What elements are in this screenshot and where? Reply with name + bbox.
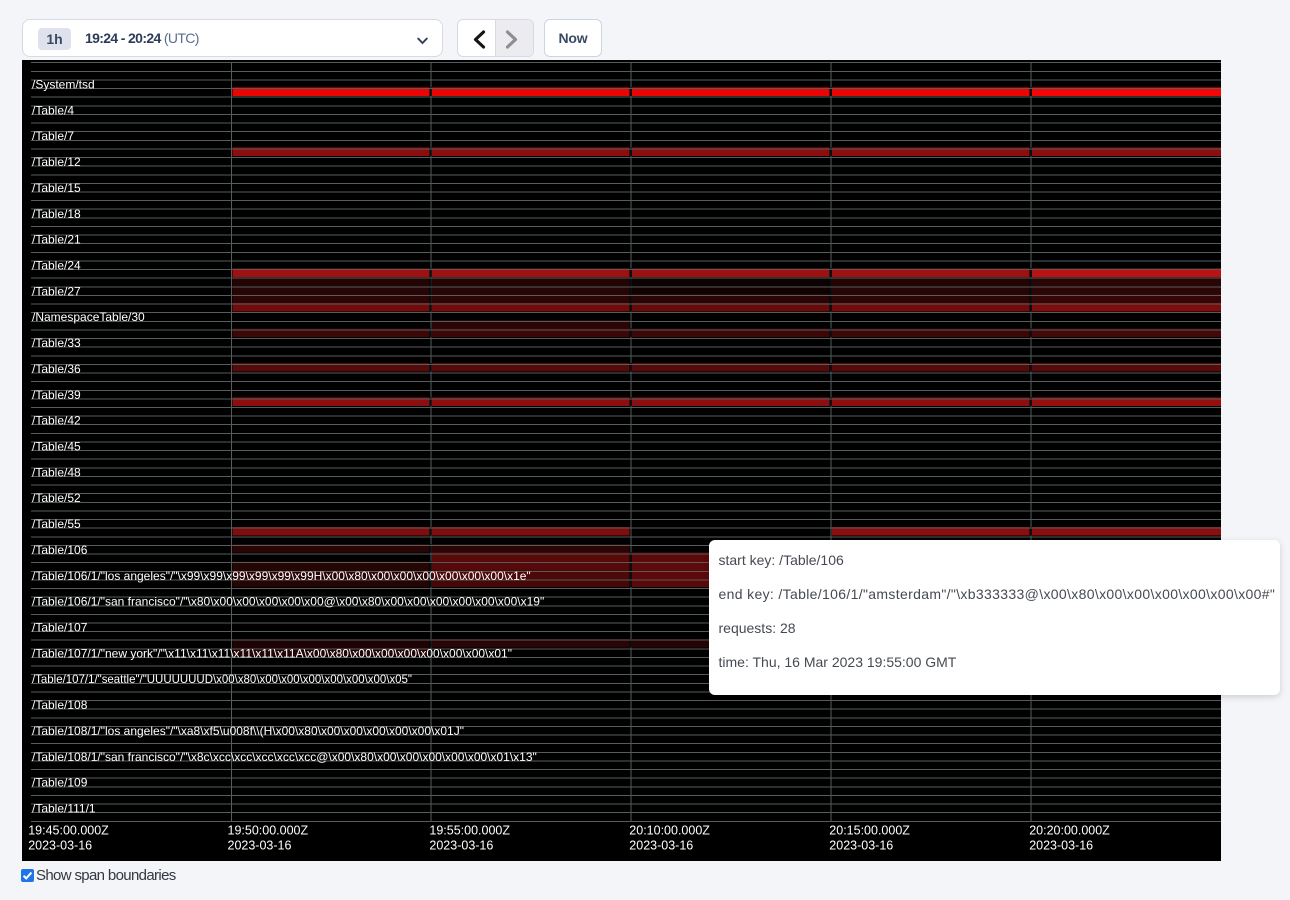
svg-text:/System/tsd: /System/tsd [32,77,95,91]
svg-text:/Table/108: /Table/108 [32,698,88,712]
svg-text:20:15:00.000Z: 20:15:00.000Z [829,823,910,837]
svg-text:/Table/108/1/"los angeles"/"\x: /Table/108/1/"los angeles"/"\xa8\xf5\u00… [32,723,464,737]
svg-text:/Table/55: /Table/55 [32,517,81,531]
svg-text:/Table/24: /Table/24 [32,258,81,272]
svg-text:/Table/107/1/"seattle"/"UUUUUU: /Table/107/1/"seattle"/"UUUUUUUD\x00\x80… [32,672,412,686]
svg-text:/Table/107/1/"new york"/"\x11\: /Table/107/1/"new york"/"\x11\x11\x11\x1… [32,646,512,660]
svg-text:/Table/52: /Table/52 [32,491,81,505]
svg-text:20:10:00.000Z: 20:10:00.000Z [629,823,710,837]
svg-text:2023-03-16: 2023-03-16 [228,838,292,852]
svg-text:/Table/106: /Table/106 [32,542,88,556]
svg-text:/Table/7: /Table/7 [32,129,74,143]
svg-text:19:50:00.000Z: 19:50:00.000Z [228,823,309,837]
svg-text:/Table/18: /Table/18 [32,206,81,220]
svg-text:19:55:00.000Z: 19:55:00.000Z [429,823,510,837]
svg-text:/Table/4: /Table/4 [32,103,74,117]
svg-text:19:45:00.000Z: 19:45:00.000Z [28,823,109,837]
svg-text:/Table/106/1/"los angeles"/"\x: /Table/106/1/"los angeles"/"\x99\x99\x99… [32,568,531,582]
svg-text:2023-03-16: 2023-03-16 [629,838,693,852]
svg-text:2023-03-16: 2023-03-16 [429,838,493,852]
svg-text:/Table/111/1: /Table/111/1 [32,801,96,815]
svg-text:/Table/15: /Table/15 [32,180,81,194]
svg-text:20:20:00.000Z: 20:20:00.000Z [1029,823,1110,837]
svg-text:/Table/48: /Table/48 [32,465,81,479]
svg-text:/Table/39: /Table/39 [32,387,81,401]
svg-text:/NamespaceTable/30: /NamespaceTable/30 [32,310,145,324]
svg-text:2023-03-16: 2023-03-16 [829,838,893,852]
svg-text:/Table/108/1/"san francisco"/": /Table/108/1/"san francisco"/"\x8c\xcc\x… [32,749,537,763]
svg-text:/Table/106/1/"san francisco"/": /Table/106/1/"san francisco"/"\x80\x00\x… [32,594,544,608]
svg-text:/Table/45: /Table/45 [32,439,81,453]
svg-text:/Table/109: /Table/109 [32,775,88,789]
svg-text:/Table/107: /Table/107 [32,620,88,634]
svg-text:/Table/42: /Table/42 [32,413,81,427]
svg-text:/Table/27: /Table/27 [32,284,81,298]
svg-text:/Table/21: /Table/21 [32,232,81,246]
svg-text:2023-03-16: 2023-03-16 [1029,838,1093,852]
svg-text:/Table/12: /Table/12 [32,155,81,169]
svg-text:/Table/33: /Table/33 [32,336,81,350]
svg-text:2023-03-16: 2023-03-16 [28,838,92,852]
svg-text:/Table/36: /Table/36 [32,361,81,375]
